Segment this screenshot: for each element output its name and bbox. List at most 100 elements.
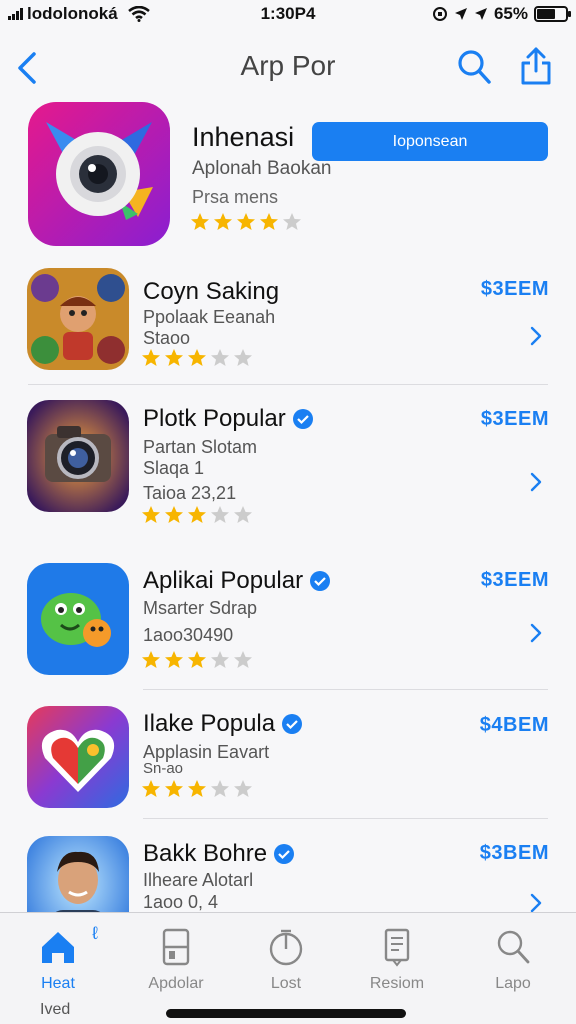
app-name: Bakk Bohre [143, 840, 295, 868]
tab-document[interactable]: Resiom [347, 923, 447, 1003]
app-row[interactable]: Plotk Popular Partan Slotam Slaqa 1 Taio… [0, 400, 576, 523]
wifi-icon [127, 6, 150, 22]
star-empty-icon [234, 506, 252, 523]
app-subtitle: Ilheare Alotarl [143, 870, 254, 890]
tab-foot-label: Ived [40, 1001, 71, 1018]
battery-percent: 65% [493, 4, 528, 23]
verified-badge-icon [310, 571, 331, 591]
tab-label: Heat [41, 975, 75, 992]
status-right: 65% [432, 4, 571, 24]
app-icon[interactable] [27, 836, 129, 912]
app-icon[interactable] [27, 400, 129, 512]
app-price[interactable]: $4BEM [480, 714, 549, 737]
app-row[interactable]: Coyn Saking Ppolaak Eeanah Staoo $3EEM [0, 268, 576, 380]
star-empty-icon [234, 651, 252, 668]
star-filled-icon [188, 780, 206, 797]
star-filled-icon [142, 506, 160, 523]
chevron-right-icon[interactable] [528, 471, 544, 493]
tab-timer[interactable]: Lost [236, 923, 336, 1003]
home-icon [42, 932, 74, 963]
apps-icon [162, 928, 190, 966]
star-empty-icon [283, 213, 301, 230]
app-subtitle: Partan Slotam [143, 437, 258, 457]
star-empty-icon [211, 780, 229, 797]
star-filled-icon [165, 651, 183, 668]
battery-icon [534, 6, 571, 22]
app-name-text: Plotk Popular [143, 405, 286, 432]
tab-label: Lapo [495, 975, 531, 992]
share-icon[interactable] [518, 46, 554, 86]
star-empty-icon [234, 780, 252, 797]
app-price[interactable]: $3EEM [481, 408, 549, 431]
divider [143, 689, 548, 690]
app-price[interactable]: $3EEM [481, 278, 549, 301]
tab-label: Lost [270, 975, 302, 992]
featured-app[interactable]: Inhenasi Aplonah Baokan Prsa mens Iopons… [0, 100, 576, 250]
location-arrow-icon-2 [474, 8, 487, 20]
app-row[interactable]: Ilake Popula Applasin Eavart Sn-ao $4BEM [0, 706, 576, 808]
featured-app-name: Inhenasi [192, 122, 295, 152]
tab-apps[interactable]: Apdolar [126, 923, 226, 1003]
app-icon[interactable] [27, 706, 129, 808]
star-filled-icon [165, 780, 183, 797]
search-icon[interactable] [456, 48, 492, 86]
back-chevron-icon[interactable] [12, 48, 44, 88]
app-name: Coyn Saking [143, 278, 279, 306]
app-rating [141, 505, 253, 525]
game-app-icon [27, 268, 129, 370]
camera-retro-app-icon [27, 400, 129, 512]
chevron-right-icon[interactable] [528, 622, 544, 644]
status-left: lodolonoká [8, 4, 150, 24]
nav-bar: Arp Por [0, 38, 576, 98]
star-empty-icon [211, 349, 229, 366]
app-price[interactable]: $3EEM [481, 569, 549, 592]
app-icon[interactable] [27, 268, 129, 370]
status-bar: lodolonoká 1:30P4 65% [0, 0, 576, 28]
app-info: Sn-ao [143, 760, 184, 777]
featured-app-subtitle: Aplonah Baokan [192, 158, 332, 179]
app-row[interactable]: Aplikai Popular Msarter Sdrap 1aoo30490 … [0, 563, 576, 678]
home-indicator[interactable] [166, 1009, 406, 1018]
star-filled-icon [142, 651, 160, 668]
divider [28, 384, 548, 385]
battery-fill [537, 9, 556, 19]
app-info: 1aoo 0, 4 [143, 892, 219, 912]
star-filled-icon [237, 213, 255, 230]
app-name-text: Coyn Saking [143, 278, 280, 305]
app-subtitle: Msarter Sdrap [143, 598, 258, 618]
chevron-right-icon[interactable] [528, 892, 544, 912]
star-filled-icon [188, 651, 206, 668]
star-filled-icon [165, 506, 183, 523]
star-empty-icon [234, 349, 252, 366]
star-filled-icon [142, 349, 160, 366]
star-filled-icon [260, 213, 278, 230]
get-button[interactable]: Ioponsean [312, 122, 548, 161]
featured-app-info: Prsa mens [192, 187, 279, 207]
verified-badge-icon [282, 714, 303, 734]
app-row[interactable]: Bakk Bohre Ilheare Alotarl 1aoo 0, 4 $3B… [0, 836, 576, 912]
app-price[interactable]: $3BEM [480, 842, 549, 865]
app-info-secondary: Taioa 23,21 [143, 483, 237, 503]
star-filled-icon [188, 506, 206, 523]
featured-app-icon[interactable] [28, 102, 170, 246]
search-icon [497, 930, 530, 964]
tab-label: Apdolar [148, 975, 204, 992]
star-filled-icon [188, 349, 206, 366]
divider [143, 818, 548, 819]
star-filled-icon [165, 349, 183, 366]
tab-search[interactable]: Lapo [463, 923, 563, 1003]
app-icon[interactable] [27, 563, 129, 675]
star-empty-icon [211, 651, 229, 668]
app-name: Aplikai Popular [143, 567, 331, 595]
carrier-label: lodolonoká [27, 4, 118, 23]
heart-app-icon [27, 706, 129, 808]
camera-app-icon [28, 102, 170, 246]
app-name-text: Ilake Popula [143, 710, 276, 737]
tab-label: Resiom [369, 975, 425, 992]
signal-icon [8, 8, 23, 20]
chat-mascot-app-icon [27, 563, 129, 675]
app-name: Ilake Popula [143, 710, 303, 738]
star-filled-icon [191, 213, 209, 230]
chevron-right-icon[interactable] [528, 325, 544, 347]
app-info: Staoo [143, 328, 191, 348]
